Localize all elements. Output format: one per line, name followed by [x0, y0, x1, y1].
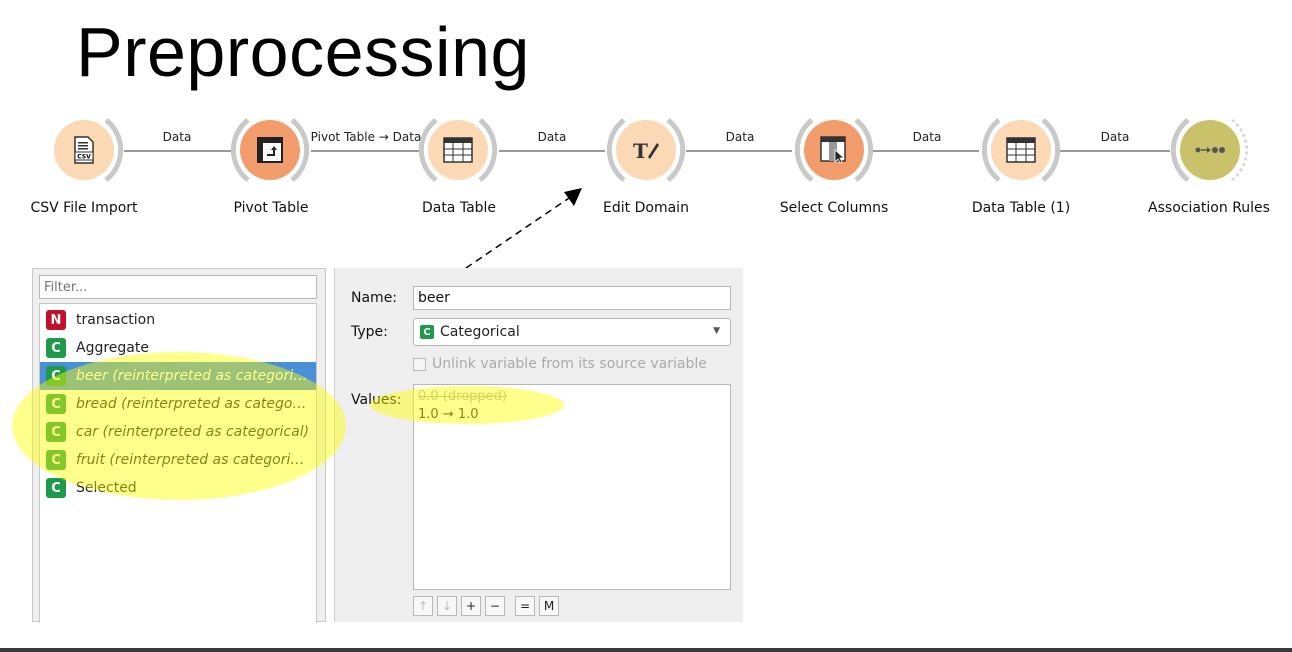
chevron-down-icon: ▼: [713, 326, 720, 336]
bottom-bar: [0, 648, 1292, 652]
node-pivot-table[interactable]: [230, 118, 310, 184]
link-line: [1060, 150, 1170, 152]
node-label: Association Rules: [1148, 200, 1270, 216]
slide-title: Preprocessing: [76, 13, 530, 91]
link-label[interactable]: Data: [726, 130, 755, 144]
add-button[interactable]: +: [461, 596, 481, 616]
list-item[interactable]: N transaction: [40, 306, 316, 334]
categorical-variable-icon: C: [46, 338, 66, 358]
select-columns-icon: [819, 135, 849, 165]
unlink-checkbox[interactable]: [413, 357, 426, 371]
svg-text:T: T: [633, 139, 648, 163]
values-toolbar: ↑ ↓ + − = M: [413, 596, 559, 616]
node-select-columns[interactable]: [794, 118, 874, 184]
node-label: Data Table (1): [971, 200, 1071, 216]
merge-equal-button[interactable]: =: [515, 596, 535, 616]
remove-button[interactable]: −: [485, 596, 505, 616]
node-data-table[interactable]: [418, 118, 498, 184]
link-line: [124, 150, 232, 152]
categorical-variable-icon: C: [46, 478, 66, 498]
node-edit-domain[interactable]: T: [606, 118, 686, 184]
highlight-annotation: [12, 352, 346, 500]
pivot-icon: [255, 135, 285, 165]
variable-editor-panel: Name: Type: C Categorical ▼ Unlink varia…: [334, 268, 743, 622]
unlink-label: Unlink variable from its source variable: [432, 356, 707, 372]
name-label: Name:: [351, 290, 398, 306]
node-label: CSV File Import: [30, 200, 138, 216]
type-value: Categorical: [440, 324, 520, 340]
merge-button[interactable]: M: [539, 596, 559, 616]
csv-file-icon: CSV: [69, 135, 99, 165]
highlight-annotation: [370, 386, 564, 424]
move-down-button[interactable]: ↓: [437, 596, 457, 616]
numeric-variable-icon: N: [46, 310, 66, 330]
filter-input[interactable]: [39, 275, 317, 299]
move-up-button[interactable]: ↑: [413, 596, 433, 616]
link-label[interactable]: Data: [538, 130, 567, 144]
name-field[interactable]: [413, 286, 731, 310]
node-csv-file-import[interactable]: CSV: [44, 118, 124, 184]
node-label: Edit Domain: [603, 200, 689, 216]
node-label: Pivot Table: [233, 200, 309, 216]
svg-text:CSV: CSV: [77, 154, 91, 161]
link-label[interactable]: Data: [1101, 130, 1130, 144]
link-line: [686, 150, 792, 152]
node-label: Select Columns: [779, 200, 889, 216]
link-label[interactable]: Pivot Table → Data: [311, 130, 422, 144]
node-association-rules[interactable]: [1170, 118, 1250, 184]
type-select[interactable]: C Categorical ▼: [413, 318, 731, 346]
link-label[interactable]: Data: [913, 130, 942, 144]
link-line: [499, 150, 605, 152]
table-icon: [1006, 135, 1036, 165]
unlink-checkbox-row[interactable]: Unlink variable from its source variable: [413, 356, 707, 372]
link-line: [873, 150, 979, 152]
link-label[interactable]: Data: [163, 130, 192, 144]
table-icon: [443, 135, 473, 165]
edit-text-icon: T: [631, 135, 661, 165]
workflow-canvas: Data Pivot Table → Data Data Data Data D…: [0, 110, 1292, 230]
categorical-type-icon: C: [420, 325, 434, 339]
callout-arrow: [465, 188, 582, 269]
link-line: [311, 150, 419, 152]
node-data-table-1[interactable]: [981, 118, 1061, 184]
association-icon: [1195, 135, 1225, 165]
type-label: Type:: [351, 324, 388, 340]
variable-name: transaction: [76, 312, 156, 328]
